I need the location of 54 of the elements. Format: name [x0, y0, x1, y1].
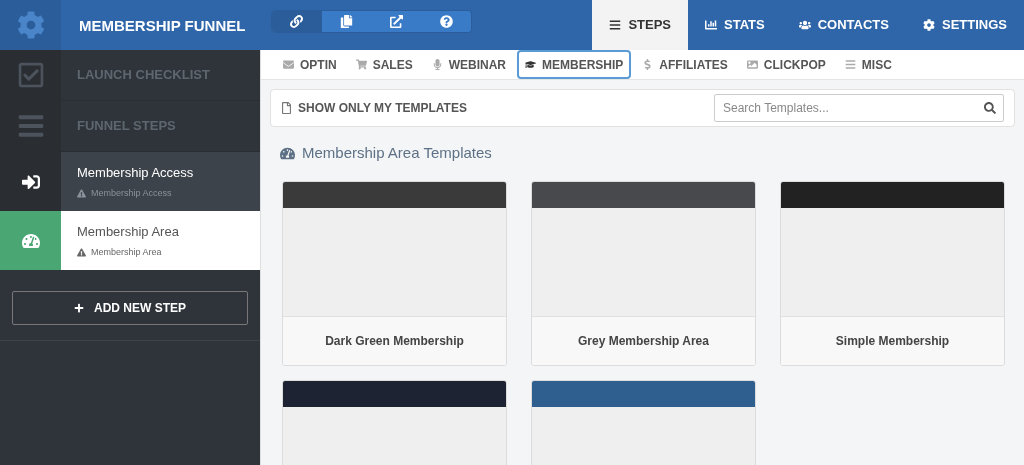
- category-tab[interactable]: WEBINAR: [423, 50, 514, 79]
- step-subtitle: Membership Access: [91, 186, 172, 200]
- link-icon: [290, 15, 304, 28]
- filter-toggle[interactable]: SHOW ONLY MY TEMPLATES: [281, 99, 467, 117]
- category-tab[interactable]: SALES: [347, 50, 421, 79]
- category-tab[interactable]: CLICKPOP: [738, 50, 834, 79]
- funnel-step[interactable]: Membership Access Membership Access: [0, 152, 260, 211]
- nav-tab[interactable]: STEPS: [592, 0, 689, 50]
- warning-icon: [77, 188, 86, 198]
- category-tab[interactable]: MISC: [836, 50, 900, 79]
- nav-tab[interactable]: SETTINGS: [906, 0, 1024, 50]
- template-name: Dark Green Membership: [325, 332, 464, 350]
- step-title: Membership Area: [77, 223, 179, 241]
- funnel-step[interactable]: Membership Area Membership Area: [0, 211, 260, 270]
- nav-tab[interactable]: CONTACTS: [781, 0, 906, 50]
- nav-tab[interactable]: STATS: [688, 0, 782, 50]
- copy-icon: [340, 15, 354, 28]
- menu-icon: [844, 59, 856, 70]
- search-icon: [984, 102, 996, 114]
- graduation-cap-icon: [525, 59, 536, 70]
- search-field[interactable]: Search Templates...: [714, 94, 1004, 122]
- funnel-title: MEMBERSHIP FUNNEL: [79, 16, 247, 36]
- checkbox-icon: [16, 61, 45, 89]
- step-title: Membership Access: [77, 164, 194, 182]
- settings-icon: [16, 11, 45, 39]
- gauge-icon: [280, 145, 295, 161]
- external-icon: [389, 15, 403, 28]
- file-icon: [281, 102, 292, 114]
- plus-icon: [74, 303, 84, 313]
- gauge-icon: [21, 231, 40, 250]
- template-card[interactable]: Dark Green Membership: [282, 180, 507, 366]
- add-step-button[interactable]: ADD NEW STEP: [12, 291, 248, 325]
- image-icon: [746, 59, 758, 70]
- template-card[interactable]: Simple Membership: [780, 180, 1005, 366]
- toolbar-button[interactable]: [272, 11, 322, 32]
- people-icon: [798, 19, 811, 31]
- warning-icon: [77, 247, 86, 257]
- sign-in-icon: [21, 172, 40, 191]
- category-tab[interactable]: AFFILIATES: [634, 50, 736, 79]
- menu-icon: [609, 19, 622, 31]
- settings-icon: [923, 19, 935, 31]
- template-card[interactable]: Grey Membership Area: [531, 180, 756, 366]
- step-subtitle: Membership Area: [91, 245, 162, 259]
- menu-icon: [16, 112, 45, 140]
- category-tab[interactable]: MEMBERSHIP: [517, 50, 632, 79]
- template-name: Simple Membership: [835, 332, 950, 350]
- cart-icon: [355, 59, 367, 70]
- template-name: Grey Membership Area: [578, 332, 709, 350]
- section-title: Membership Area Templates: [302, 143, 492, 163]
- envelope-icon: [283, 59, 294, 70]
- microphone-icon: [431, 59, 443, 70]
- bar-chart-icon: [705, 19, 718, 31]
- help-icon: [439, 15, 453, 28]
- category-tab[interactable]: OPTIN: [275, 50, 345, 79]
